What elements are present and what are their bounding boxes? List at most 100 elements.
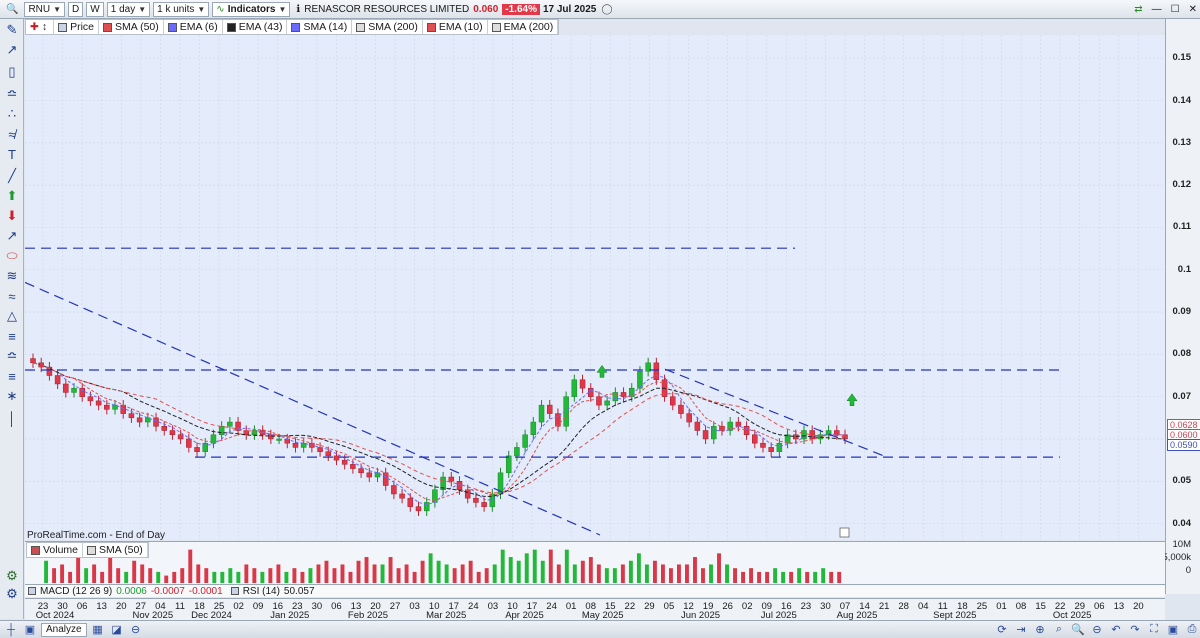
- legend-label: EMA (200): [503, 21, 554, 33]
- legend-controls[interactable]: ✚ ↕: [26, 20, 55, 34]
- close-icon[interactable]: ✕: [1186, 2, 1200, 17]
- volume-bar: [476, 571, 481, 584]
- zoom-out-small-icon[interactable]: ⊖: [1089, 623, 1105, 637]
- cursor-icon[interactable]: ↗: [3, 41, 21, 59]
- search-icon[interactable]: 🔍: [1070, 623, 1086, 637]
- vertical-line-icon[interactable]: │: [3, 409, 21, 427]
- candle: [71, 387, 77, 393]
- calendar-icon[interactable]: ▦: [90, 623, 106, 637]
- ruler-icon[interactable]: ▯: [3, 63, 21, 81]
- period-selector[interactable]: 1 day ▼: [106, 1, 151, 17]
- date-tick-label: 13: [96, 601, 107, 612]
- chevron-down-icon: ▼: [53, 4, 62, 14]
- plus-icon[interactable]: ✚: [30, 21, 39, 33]
- legend-item-ema-200[interactable]: EMA (200): [488, 20, 559, 34]
- screener-icon[interactable]: ◪: [109, 623, 125, 637]
- zoom-out-icon[interactable]: ⊖: [128, 623, 144, 637]
- indicators-label: Indicators: [227, 3, 276, 15]
- legend-item-ema-43[interactable]: EMA (43): [223, 20, 288, 34]
- sell-arrow-icon[interactable]: ⬇: [3, 207, 21, 225]
- legend-item-ema-6[interactable]: EMA (6): [164, 20, 223, 34]
- ellipse-icon[interactable]: ⬭: [3, 247, 21, 265]
- zoom-icon[interactable]: ⌕: [1051, 623, 1067, 637]
- volume-bar: [685, 564, 689, 584]
- wave-icon[interactable]: ≈: [3, 287, 21, 305]
- candle: [95, 400, 102, 406]
- date-tick-label: 27: [389, 601, 401, 612]
- volume-bar: [212, 571, 217, 584]
- fullscreen-icon[interactable]: ⛶: [1146, 623, 1162, 637]
- volume-bar: [140, 564, 145, 584]
- volume-bar: [276, 564, 281, 584]
- legend-item-sma-200[interactable]: SMA (200): [352, 20, 423, 34]
- crosshair-icon[interactable]: ┼: [3, 623, 19, 637]
- window-icon[interactable]: ▣: [22, 623, 38, 637]
- sync-icon[interactable]: ⇄: [1131, 2, 1145, 17]
- channel-icon[interactable]: ≉: [3, 125, 21, 143]
- magnet-icon[interactable]: ∗: [3, 387, 21, 405]
- search-icon[interactable]: 🔍: [3, 2, 21, 17]
- volume-legend-item[interactable]: Volume: [27, 543, 84, 557]
- zoom-in-icon[interactable]: ⊕: [1032, 623, 1048, 637]
- volume-bar: [180, 568, 185, 584]
- legend-item-sma-14[interactable]: SMA (14): [287, 20, 353, 34]
- volume-bar: [164, 575, 169, 584]
- candle: [522, 434, 528, 448]
- volume-bar: [733, 568, 737, 584]
- units-selector[interactable]: 1 k units ▼: [153, 1, 210, 17]
- fan-icon[interactable]: ∴: [3, 105, 21, 123]
- volume-bar: [412, 571, 417, 584]
- minimize-icon[interactable]: —: [1149, 2, 1165, 17]
- clock-icon: ◯: [601, 3, 613, 15]
- price-tick-label: 0.15: [1172, 52, 1192, 64]
- volume-legend-item[interactable]: SMA (50): [83, 543, 148, 557]
- pencil-icon[interactable]: ✎: [3, 21, 21, 39]
- time-axis[interactable]: 23 30 06 13 20 27 04 11 18 25 02 09 16 23 30 06 13 20 27 03…: [25, 598, 1165, 621]
- fib-time-icon[interactable]: ≡: [3, 367, 21, 385]
- maximize-icon[interactable]: ☐: [1168, 2, 1183, 17]
- legend-swatch: [356, 22, 366, 32]
- triangle-icon[interactable]: △: [3, 307, 21, 325]
- print-icon[interactable]: ⎙: [1184, 623, 1200, 637]
- redo-icon[interactable]: ↷: [1127, 623, 1143, 637]
- refresh-icon[interactable]: ⟳: [994, 623, 1010, 637]
- fibonacci-icon[interactable]: ≏: [3, 85, 21, 103]
- volume-bar: [236, 571, 241, 584]
- date-tick-label: 03: [487, 601, 499, 612]
- indicators-button[interactable]: ∿ Indicators ▼: [212, 1, 291, 17]
- fib-extension-icon[interactable]: ≡: [3, 327, 21, 345]
- polyline-icon[interactable]: ≋: [3, 267, 21, 285]
- volume-bar: [508, 557, 513, 584]
- daily-button[interactable]: D: [68, 1, 84, 17]
- date-tick-label: 15: [1035, 601, 1046, 612]
- volume-bar: [148, 568, 153, 584]
- text-icon[interactable]: T: [3, 145, 21, 163]
- volume-bar: [644, 564, 649, 584]
- rsi-value: 50.057: [283, 585, 315, 597]
- alert-icon[interactable]: ⚙: [3, 567, 21, 585]
- scroll-end-icon[interactable]: ⇥: [1013, 623, 1029, 637]
- macd-panel[interactable]: MACD (12 26 9) 0.0006 -0.0007 -0.0001 RS…: [25, 584, 1165, 597]
- legend-item-price[interactable]: Price: [54, 20, 99, 34]
- legend-item-sma-50[interactable]: SMA (50): [99, 20, 164, 34]
- settings-icon[interactable]: ⚙: [3, 585, 21, 603]
- layout-icon[interactable]: ▣: [1165, 623, 1181, 637]
- move-icon[interactable]: ↕: [42, 21, 47, 33]
- volume-pane[interactable]: [25, 541, 1165, 584]
- price-axis[interactable]: 0.150.140.130.120.110.10.090.080.070.060…: [1162, 19, 1200, 594]
- legend-label: SMA (14): [303, 21, 348, 33]
- volume-bar: [805, 571, 810, 584]
- info-icon: [839, 527, 850, 538]
- buy-arrow-icon[interactable]: ⬆: [3, 187, 21, 205]
- analyze-button[interactable]: Analyze: [41, 622, 87, 637]
- gann-icon[interactable]: ≏: [3, 347, 21, 365]
- legend-item-ema-10[interactable]: EMA (10): [423, 20, 488, 34]
- symbol-selector[interactable]: RNU ▼: [24, 1, 66, 17]
- weekly-button[interactable]: W: [86, 1, 104, 17]
- undo-icon[interactable]: ↶: [1108, 623, 1124, 637]
- price-chart[interactable]: [25, 35, 1165, 540]
- arrow-line-icon[interactable]: ↗: [3, 227, 21, 245]
- volume-bar: [68, 571, 73, 584]
- volume-bar: [781, 571, 786, 584]
- line-icon[interactable]: ╱: [3, 167, 21, 185]
